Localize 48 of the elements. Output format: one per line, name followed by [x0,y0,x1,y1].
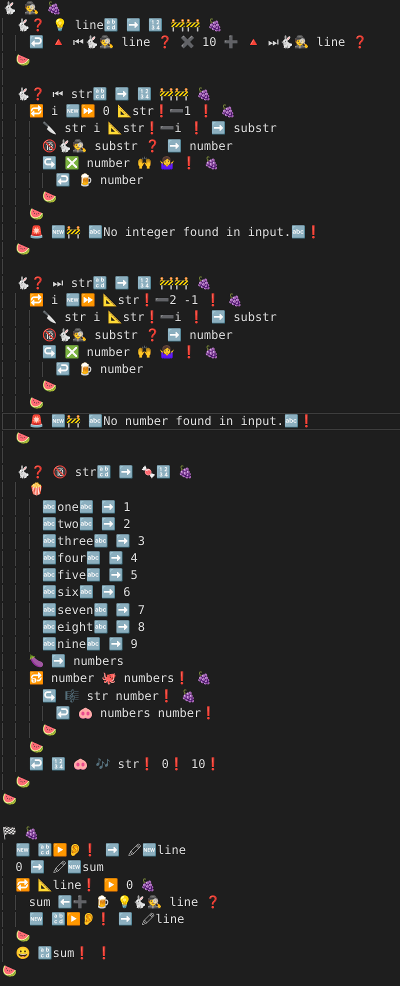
code-line: 🍉 [2,790,17,808]
code-line: 🔪 str i 📐str❗➖i ❗ ➡ substr [42,120,277,138]
code-line: 🔤nine🔤 ➡ 9 [42,636,138,654]
code-line: 🔞🐇🕵 substr ❓ ➡ number [42,326,233,344]
code-line: 🔂 number 🐙 numbers❗ 🍇 [28,670,212,688]
code-line: ↩ 🐽 numbers number❗ [56,704,216,722]
code-line: 🍉 [28,395,44,412]
code-line: 🔤three🔤 ➡ 3 [42,532,145,550]
code-line: 🍉 [42,722,58,739]
code-line: ↩ 🍺 number [56,361,144,378]
code-line: 🏁 🍇 [2,825,40,842]
code-line: 🔞🐇🕵 substr ❓ ➡ number [42,138,233,155]
code-line: 🐇❓ 🔞 str🔡 ➡ 🍬🔢 🍇 [15,464,194,482]
code-line: ↩ 🔺 ⏮🐇🕵 line ❓ ✖ 10 ➕ 🔺 ⏭🐇🕵 line ❓ [28,34,368,52]
code-line: 🍿 [28,481,44,498]
code-line: 🔤seven🔤 ➡ 7 [42,602,145,619]
code-line: 🍉 [28,206,44,224]
code-line: 🍉 [15,774,30,791]
code-line: ↩ 🍺 number [56,172,144,189]
code-line: 🔁 i 🆕⏩ 0 📐str❗➖1 ❗ 🍇 [28,103,236,120]
code-line: 🍉 [28,739,44,756]
code-line: 🔤one🔤 ➡ 1 [42,498,131,516]
code-line: 0 ➡ 🖍🆕sum [15,859,104,876]
code-line: 🍉 [15,52,30,69]
code-line: 🍆 ➡ numbers [28,653,124,670]
code-line: 🔤eight🔤 ➡ 8 [42,618,145,636]
code-line: 🍉 [15,430,30,447]
code-line: 🍉 [42,189,58,206]
code-line: ↪ 🎼 str number❗ 🍇 [42,688,196,705]
code-line: sum ⬅➕ 🍺 💡🐇🕵 line ❓ [28,894,220,911]
code-line: 🔪 str i 📐str❗➖i ❗ ➡ substr [42,309,277,326]
code-line: 🔁 📐line❗ ▶ 0 🍇 [15,876,156,894]
code-line: ↪ ❎ number 🙌 🤷‍♀ ❗ 🍇 [42,344,219,361]
code-line: 🔤four🔤 ➡ 4 [42,550,138,568]
code-line: 🔤two🔤 ➡ 2 [42,516,131,533]
code-line: 🆕 🔡▶👂❗ ➡ 🖍🆕line [15,842,186,860]
code-line: ↩ 🔢 🐽 🎶 str❗ 0❗ 10❗ [28,756,220,774]
code-line: 🔤five🔤 ➡ 5 [42,567,138,584]
code-line: 🆕 🔡▶👂❗ ➡ 🖍line [28,911,184,928]
code-line: 🔤six🔤 ➡ 6 [42,584,131,602]
code-line: 😀 🔡sum❗ ❗ [15,945,112,962]
code-line: 🍉 [42,378,58,396]
code-line: 🍉 [2,962,17,980]
code-line: ↪ ❎ number 🙌 🤷‍♀ ❗ 🍇 [42,154,219,172]
code-line: 🍉 [15,240,30,258]
code-line: 🔁 i 🆕⏩ 📐str❗➖2 -1 ❗ 🍇 [28,292,243,310]
code-line: 🍉 [15,928,30,946]
code-line: 🐇 🕵 🍇 [2,0,62,18]
